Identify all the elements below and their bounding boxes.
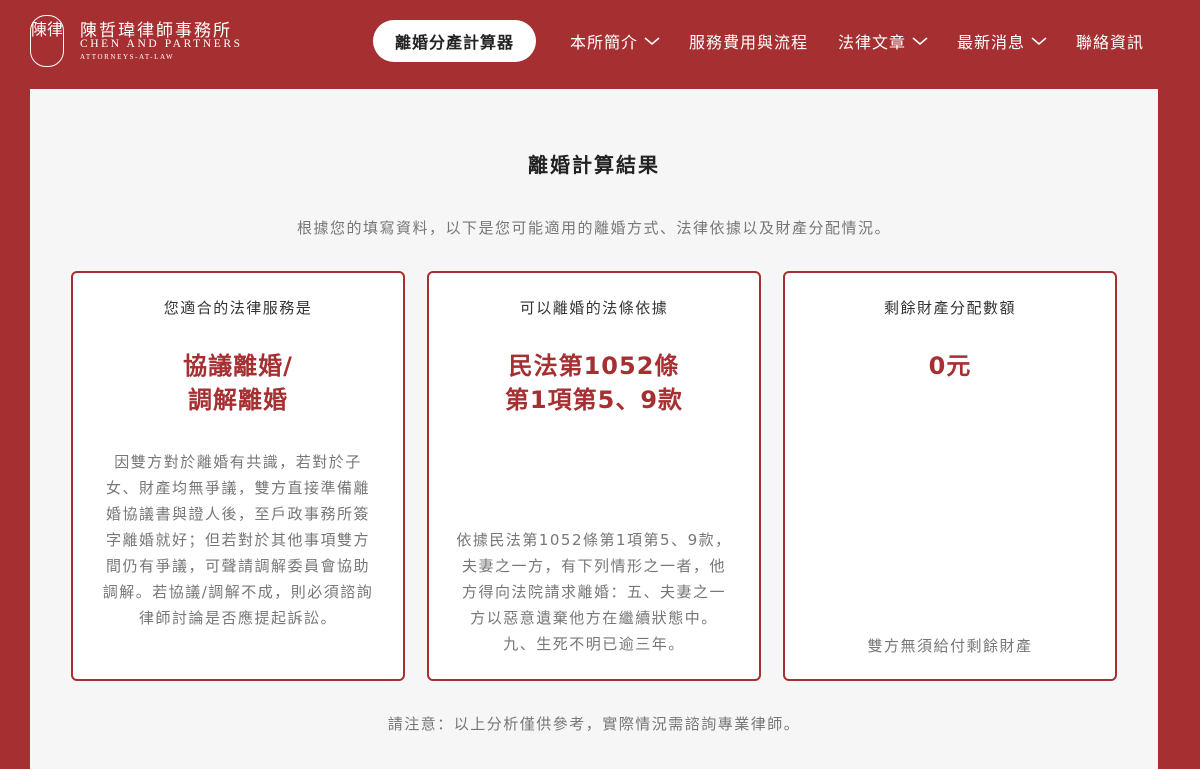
card-result-line: 調解離婚 — [188, 386, 288, 414]
card-body: 雙方無須給付剩餘財產 — [867, 637, 1033, 655]
nav-item-label: 法律文章 — [838, 33, 907, 52]
nav-item-contact[interactable]: 聯絡資訊 — [1076, 29, 1144, 53]
logo-seal: 陳律 — [30, 15, 64, 67]
card-result-line: 第1項第5、9款 — [504, 386, 684, 414]
result-panel: 離婚計算結果 根據您的填寫資料，以下是您可能適用的離婚方式、法律依據以及財產分配… — [30, 89, 1158, 769]
disclaimer-note: 請注意：以上分析僅供參考，實際情況需諮詢專業律師。 — [387, 715, 801, 733]
card-result-line: 0元 — [928, 352, 972, 380]
chevron-down-icon — [912, 36, 928, 46]
logo-subtitle: ATTORNEYS-AT-LAW — [80, 53, 175, 61]
card-heading: 您適合的法律服務是 — [163, 299, 313, 317]
card-body: 因雙方對於離婚有共識，若對於子女、財產均無爭議，雙方直接準備離婚協議書與證人後，… — [102, 453, 374, 627]
nav-item-label: 服務費用與流程 — [689, 33, 809, 52]
service-card: 您適合的法律服務是 協議離婚/ 調解離婚 因雙方對於離婚有共識，若對於子女、財產… — [71, 271, 405, 681]
result-title: 離婚計算結果 — [528, 153, 660, 177]
card-result-line: 民法第1052條 — [508, 352, 680, 380]
card-heading: 剩餘財產分配數額 — [883, 299, 1016, 317]
nav-item-fees[interactable]: 服務費用與流程 — [689, 29, 808, 53]
firm-logo[interactable]: 陳律 陳哲瑋律師事務所 CHEN AND PARTNERS ATTORNEYS-… — [30, 15, 270, 69]
card-body: 依據民法第1052條第1項第5、9款，夫妻之一方，有下列情形之一者，他方得向法院… — [456, 531, 732, 653]
logo-name-en: CHEN AND PARTNERS — [80, 38, 243, 50]
nav-item-news[interactable]: 最新消息 — [957, 29, 1047, 53]
nav-item-label: 最新消息 — [957, 33, 1026, 52]
card-result: 協議離婚/ 調解離婚 — [73, 349, 403, 417]
card-result: 0元 — [785, 349, 1115, 383]
card-result: 民法第1052條 第1項第5、9款 — [429, 349, 759, 417]
nav-item-articles[interactable]: 法律文章 — [838, 29, 928, 53]
result-description: 根據您的填寫資料，以下是您可能適用的離婚方式、法律依據以及財產分配情況。 — [296, 219, 891, 237]
legal-basis-card: 可以離婚的法條依據 民法第1052條 第1項第5、9款 依據民法第1052條第1… — [427, 271, 761, 681]
calculator-button[interactable]: 離婚分產計算器 — [373, 20, 536, 62]
card-heading: 可以離婚的法條依據 — [519, 299, 669, 317]
chevron-down-icon — [644, 36, 660, 46]
nav-item-label: 聯絡資訊 — [1076, 33, 1145, 52]
nav-item-about[interactable]: 本所簡介 — [570, 29, 660, 53]
property-card: 剩餘財產分配數額 0元 雙方無須給付剩餘財產 — [783, 271, 1117, 681]
card-result-line: 協議離婚/ — [183, 352, 293, 380]
site-header: 陳律 陳哲瑋律師事務所 CHEN AND PARTNERS ATTORNEYS-… — [0, 0, 1200, 82]
chevron-down-icon — [1031, 36, 1047, 46]
nav-item-label: 本所簡介 — [570, 33, 639, 52]
